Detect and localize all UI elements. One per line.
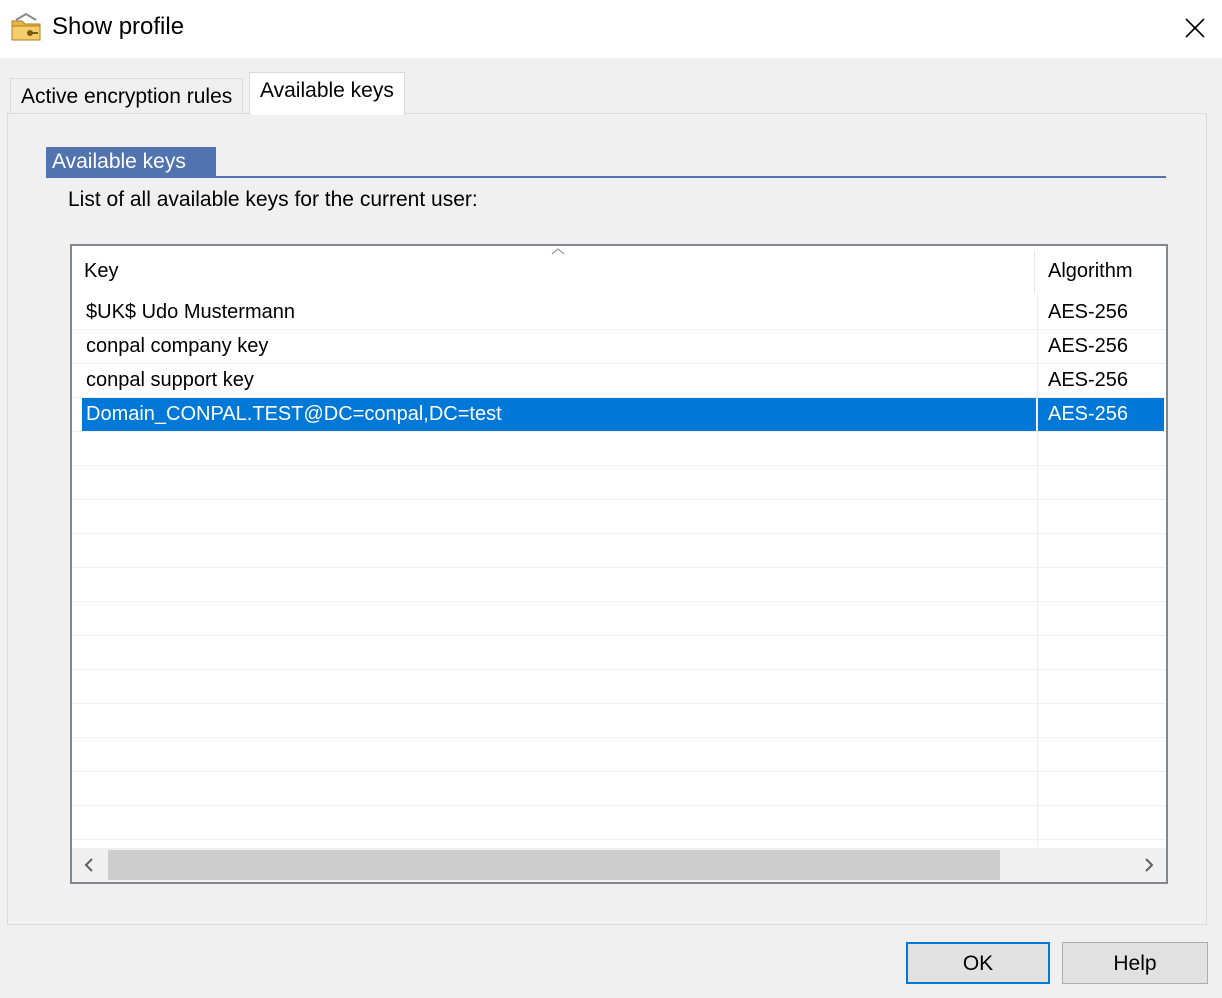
column-header-key[interactable]: Key [84,246,1034,296]
scroll-right-button[interactable] [1132,848,1166,882]
tab-active-encryption-rules[interactable]: Active encryption rules [10,78,244,114]
help-button[interactable]: Help [1062,942,1208,984]
chevron-right-icon [1145,858,1154,872]
column-divider[interactable] [1034,250,1035,294]
key-cell: conpal support key [86,369,254,391]
keys-list[interactable]: Key Algorithm $UK$ Udo Mustermann AES-25… [70,244,1168,884]
empty-row [72,602,1166,636]
close-icon [1185,18,1205,38]
group-header: Available keys [46,147,216,177]
description-label: List of all available keys for the curre… [68,188,478,211]
column-header-algorithm[interactable]: Algorithm [1048,246,1166,296]
table-body: $UK$ Udo Mustermann AES-256 conpal compa… [72,296,1166,840]
algorithm-cell: AES-256 [1048,335,1129,357]
table-row[interactable]: $UK$ Udo Mustermann AES-256 [72,296,1166,330]
window-title: Show profile [52,13,185,40]
title-bar: Show profile [0,0,1222,58]
table-row[interactable]: conpal company key AES-256 [72,330,1166,364]
empty-row [72,432,1166,466]
tab-available-keys[interactable]: Available keys [249,72,405,115]
empty-row [72,806,1166,840]
algorithm-cell: AES-256 [1048,369,1129,391]
empty-row [72,772,1166,806]
chevron-left-icon [84,858,93,872]
key-cell: conpal company key [86,335,269,357]
empty-row [72,466,1166,500]
key-cell: $UK$ Udo Mustermann [86,301,295,323]
empty-row [72,738,1166,772]
empty-row [72,704,1166,738]
algorithm-cell: AES-256 [1048,301,1129,323]
empty-row [72,670,1166,704]
folder-key-icon [11,12,41,41]
scrollbar-thumb[interactable] [108,850,1000,880]
key-cell: Domain_CONPAL.TEST@DC=conpal,DC=test [86,403,502,425]
empty-row [72,636,1166,670]
tab-strip: Active encryption rules Available keys [8,72,1214,115]
close-button[interactable] [1174,8,1216,48]
scroll-left-button[interactable] [72,848,106,882]
ok-button[interactable]: OK [906,942,1050,984]
empty-row [72,568,1166,602]
group-divider [46,176,1166,178]
tab-label: Active encryption rules [21,85,233,108]
empty-row [72,500,1166,534]
table-row[interactable]: conpal support key AES-256 [72,364,1166,398]
tab-label: Available keys [260,79,394,102]
table-row-selected[interactable]: Domain_CONPAL.TEST@DC=conpal,DC=test AES… [72,398,1166,432]
algorithm-cell: AES-256 [1048,403,1129,425]
empty-row [72,534,1166,568]
horizontal-scrollbar[interactable] [72,848,1166,882]
